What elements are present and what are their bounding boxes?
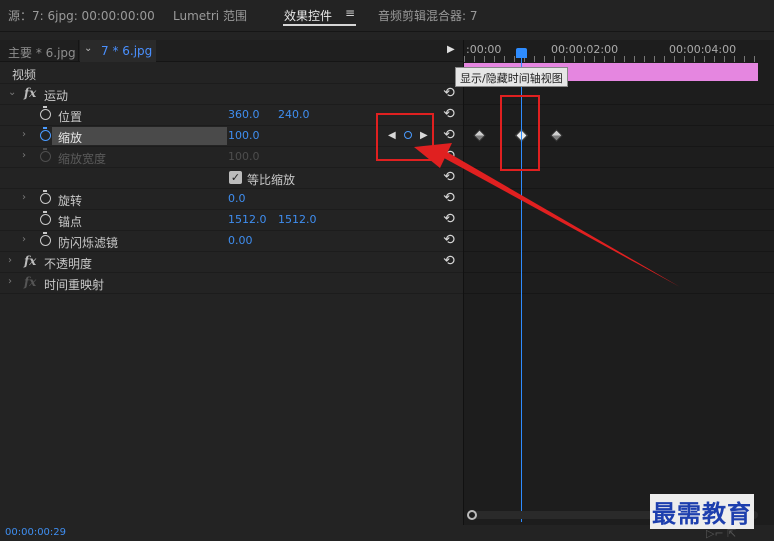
position-label: 位置 (58, 110, 83, 124)
playhead-keyframe-highlight (500, 95, 540, 171)
master-clip-label[interactable]: 主要 * 6.jpg (8, 44, 76, 61)
uniform-scale-row: ✓ 等比缩放 ⟲ (0, 168, 463, 189)
video-label: 视频 (12, 68, 37, 82)
stopwatch-icon[interactable] (40, 127, 51, 141)
sequence-clip-label[interactable]: 7 * 6.jpg (101, 44, 152, 58)
opacity-effect-row[interactable]: › fx 不透明度 ⟲ (0, 252, 463, 273)
tab-audio-clip-mixer[interactable]: 音频剪辑混合器: 7 (378, 7, 478, 24)
stopwatch-icon[interactable] (40, 106, 51, 120)
chevron-right-icon[interactable]: › (22, 150, 26, 161)
scale-value[interactable]: 100.0 (228, 129, 260, 142)
ruler-ticks (464, 56, 758, 62)
uniform-scale-label: 等比缩放 (247, 173, 296, 187)
rotation-row: › 旋转 0.0 ⟲ (0, 189, 463, 210)
stopwatch-icon[interactable] (40, 232, 51, 246)
divider (78, 40, 79, 62)
chevron-down-icon[interactable]: ⌄ (8, 87, 16, 98)
playhead-handle[interactable] (516, 48, 527, 58)
fx-icon[interactable]: fx (24, 86, 36, 100)
reset-icon[interactable]: ⟲ (441, 232, 457, 248)
watermark: 最需教育 (650, 494, 754, 529)
timeline-row (464, 189, 774, 210)
position-y-value[interactable]: 240.0 (278, 108, 310, 121)
ruler-label: :00:00 (466, 43, 502, 56)
position-x-value[interactable]: 360.0 (228, 108, 260, 121)
keyframe-marker[interactable] (550, 129, 563, 142)
ruler-label: 00:00:02:00 (551, 43, 619, 56)
opacity-label: 不透明度 (44, 257, 93, 271)
scrollbar-handle[interactable] (467, 510, 477, 520)
timeline-row (464, 273, 774, 294)
panel-menu-icon[interactable]: ≡ (345, 6, 355, 20)
fx-icon: fx (24, 275, 37, 289)
antiflicker-value[interactable]: 0.00 (228, 234, 253, 247)
keyframe-nav-highlight (376, 113, 434, 161)
reset-icon[interactable]: ⟲ (441, 85, 457, 101)
tab-lumetri-scopes[interactable]: Lumetri 范围 (173, 7, 247, 24)
reset-icon[interactable]: ⟲ (441, 127, 457, 143)
chevron-down-icon[interactable]: ⌄ (84, 43, 92, 54)
stopwatch-icon[interactable] (40, 211, 51, 225)
reset-icon[interactable]: ⟲ (441, 190, 457, 206)
active-tab-indicator (283, 24, 356, 26)
ruler-label: 00:00:04:00 (669, 43, 737, 56)
chevron-right-icon[interactable]: › (22, 234, 26, 245)
chevron-right-icon[interactable]: › (8, 276, 12, 287)
anchor-point-label: 锚点 (58, 215, 83, 229)
reset-icon[interactable]: ⟲ (441, 169, 457, 185)
chevron-right-icon[interactable]: › (22, 129, 26, 140)
timeline-row (464, 210, 774, 231)
scale-label: 缩放 (58, 131, 83, 145)
timeline-row (464, 231, 774, 252)
current-timecode[interactable]: 00:00:00:29 (5, 527, 66, 538)
motion-label: 运动 (44, 89, 69, 103)
reset-icon[interactable]: ⟲ (441, 106, 457, 122)
chevron-right-icon[interactable]: › (22, 192, 26, 203)
uniform-scale-checkbox[interactable]: ✓ (229, 171, 242, 184)
scale-width-label: 缩放宽度 (58, 152, 107, 166)
toggle-timeline-view-icon[interactable]: ▶ (447, 44, 455, 55)
tab-source[interactable]: 源：7: 6jpg: 00:00:00:00 (8, 7, 155, 24)
reset-icon[interactable]: ⟲ (441, 211, 457, 227)
rotation-label: 旋转 (58, 194, 83, 208)
reset-icon[interactable]: ⟲ (441, 253, 457, 269)
antiflicker-row: › 防闪烁滤镜 0.00 ⟲ (0, 231, 463, 252)
stopwatch-icon[interactable] (40, 190, 51, 204)
reset-icon[interactable]: ⟲ (441, 148, 457, 164)
motion-effect-row[interactable]: ⌄ fx 运动 ⟲ (0, 84, 463, 105)
anchor-x-value[interactable]: 1512.0 (228, 213, 267, 226)
video-section-header: 视频 (0, 63, 463, 84)
time-remap-label: 时间重映射 (44, 278, 105, 292)
timeline-row (464, 252, 774, 273)
time-remap-effect-row[interactable]: › fx 时间重映射 (0, 273, 463, 294)
time-ruler[interactable]: :00:00 00:00:02:00 00:00:04:00 (464, 40, 774, 62)
fx-icon[interactable]: fx (24, 254, 36, 268)
tab-effect-controls[interactable]: 效果控件 (284, 7, 332, 24)
sequence-bar: 主要 * 6.jpg ⌄ 7 * 6.jpg ▶ (0, 40, 463, 62)
antiflicker-label: 防闪烁滤镜 (58, 236, 119, 250)
panel-tab-bar: 源：7: 6jpg: 00:00:00:00 Lumetri 范围 效果控件 ≡… (0, 0, 774, 32)
chevron-right-icon[interactable]: › (8, 255, 12, 266)
stopwatch-icon (40, 148, 51, 162)
timeline-row (464, 168, 774, 189)
keyframe-marker[interactable] (473, 129, 486, 142)
anchor-point-row: 锚点 1512.0 1512.0 ⟲ (0, 210, 463, 231)
tooltip: 显示/隐藏时间轴视图 (455, 67, 568, 87)
rotation-value[interactable]: 0.0 (228, 192, 246, 205)
scale-width-value: 100.0 (228, 150, 260, 163)
anchor-y-value[interactable]: 1512.0 (278, 213, 317, 226)
